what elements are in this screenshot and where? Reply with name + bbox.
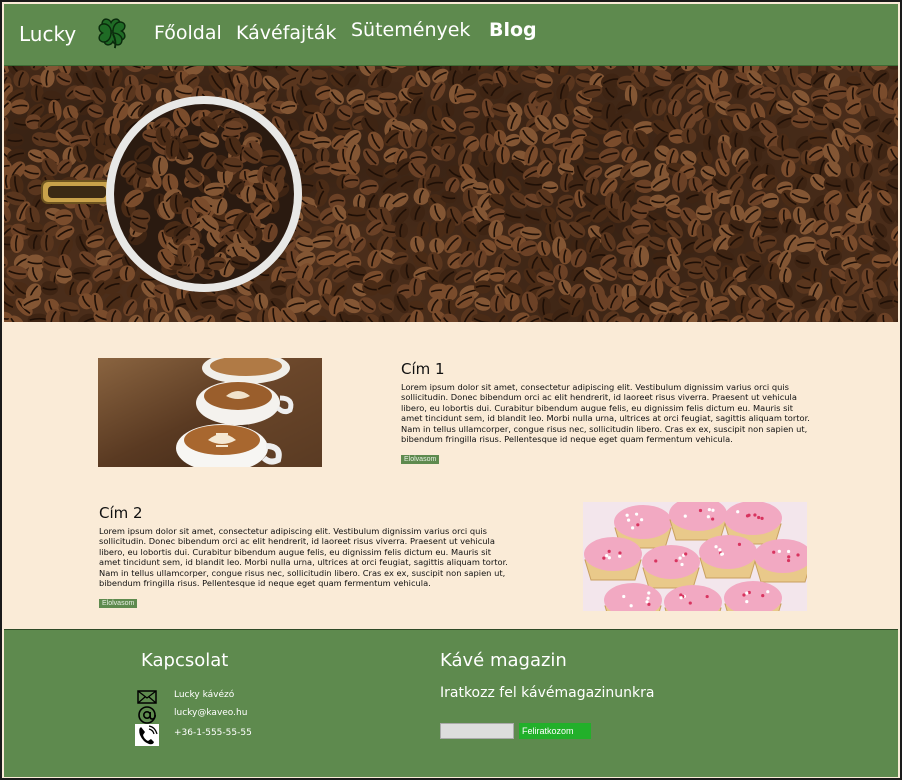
contact-email-text[interactable]: lucky@kaveo.hu <box>174 708 247 718</box>
newsletter-email-input[interactable] <box>440 723 514 739</box>
page: Lucky Főoldal Kávéfajták Sütemények Blog <box>0 0 902 780</box>
read-more-button[interactable]: Elolvasom <box>401 455 440 465</box>
article-title: Cím 2 <box>99 504 143 522</box>
brand-name[interactable]: Lucky <box>19 22 76 46</box>
article-text: Lorem ipsum dolor sit amet, consectetur … <box>401 382 810 445</box>
cup-beans <box>120 107 290 280</box>
blog-content: Cím 1 Lorem ipsum dolor sit amet, consec… <box>4 322 898 628</box>
footer: Kapcsolat Lucky kávézó lucky@kaveo.hu +3… <box>4 629 898 777</box>
contact-title: Kapcsolat <box>141 650 229 671</box>
nav-link-coffee-types[interactable]: Kávéfajták <box>236 22 336 44</box>
phone-icon <box>135 724 159 746</box>
magazine-title: Kávé magazin <box>440 650 567 671</box>
article-text: Lorem ipsum dolor sit amet, consectetur … <box>99 526 508 589</box>
nav-link-blog[interactable]: Blog <box>489 19 537 41</box>
magazine-subtitle: Iratkozz fel kávémagazinunkra <box>440 685 655 701</box>
top-nav: Lucky Főoldal Kávéfajták Sütemények Blog <box>4 4 898 66</box>
article-1: Cím 1 Lorem ipsum dolor sit amet, consec… <box>401 360 811 465</box>
article-2: Cím 2 Lorem ipsum dolor sit amet, consec… <box>99 504 509 609</box>
latte-art-image[interactable] <box>98 358 322 467</box>
subscribe-button[interactable]: Feliratkozom <box>519 723 591 739</box>
contact-phone-text[interactable]: +36-1-555-55-55 <box>174 728 252 738</box>
hero-image <box>4 66 898 322</box>
nav-link-cakes[interactable]: Sütemények <box>351 19 470 41</box>
contact-address-text: Lucky kávézó <box>174 690 235 700</box>
cupcakes-image[interactable] <box>583 502 807 611</box>
at-sign-icon <box>138 706 156 724</box>
four-leaf-clover-icon[interactable] <box>93 13 131 51</box>
nav-link-home[interactable]: Főoldal <box>154 22 222 44</box>
article-title: Cím 1 <box>401 360 445 378</box>
read-more-button[interactable]: Elolvasom <box>99 599 138 609</box>
